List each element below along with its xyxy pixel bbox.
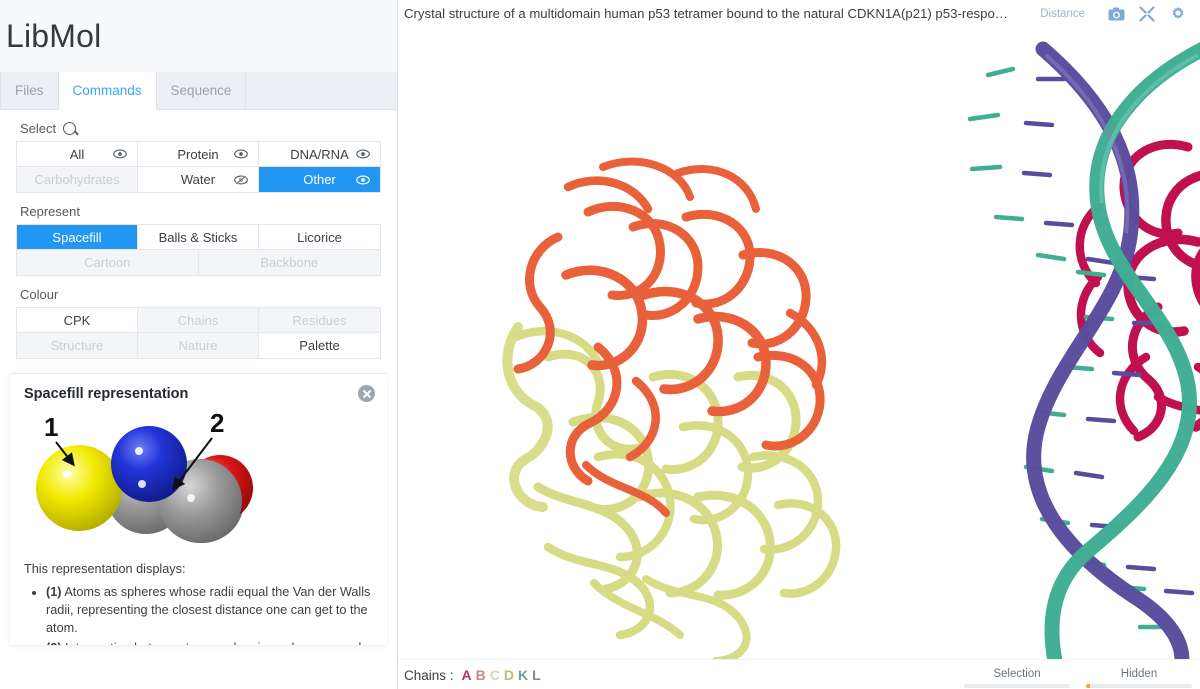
structure-render [398, 27, 1200, 659]
eye-icon[interactable] [234, 149, 248, 159]
selection-meter-bar[interactable] [964, 684, 1070, 688]
structure-title: Crystal structure of a multidomain human… [404, 6, 1008, 21]
eye-slash-icon[interactable] [234, 174, 248, 185]
select-button-all[interactable]: All [17, 142, 138, 167]
chains-label: Chains : [404, 667, 454, 683]
colour-button-cpk[interactable]: CPK [17, 308, 138, 333]
app-title: LibMol [6, 18, 102, 54]
chain-letter-l[interactable]: L [532, 667, 541, 683]
hidden-meter-bar[interactable] [1086, 684, 1192, 688]
select-button-grid: All Protein DNA/RNA Carbohydrates Water … [16, 141, 381, 193]
callout-2-label: 2 [210, 408, 224, 438]
tab-sequence[interactable]: Sequence [156, 72, 247, 109]
hidden-meter: Hidden [1086, 667, 1192, 688]
chain-letter-k[interactable]: K [518, 667, 528, 683]
represent-section-label: Represent [0, 193, 397, 224]
tab-files[interactable]: Files [0, 72, 59, 109]
chain-letter-b[interactable]: B [476, 667, 486, 683]
brand-bar: LibMol [0, 0, 397, 72]
left-panel: LibMol Files Commands Sequence Select Al… [0, 0, 398, 689]
info-card-intro: This representation displays: [24, 562, 186, 576]
chain-letter-a[interactable]: A [462, 667, 472, 683]
represent-label-text: Represent [20, 204, 80, 219]
chains-legend: Chains : A B C D K L [404, 667, 541, 683]
select-section-label: Select [0, 110, 397, 141]
info-card-title: Spacefill representation [24, 386, 189, 402]
tab-strip: Files Commands Sequence [0, 72, 397, 110]
select-button-dna-rna[interactable]: DNA/RNA [259, 142, 380, 167]
callout-1-label: 1 [44, 412, 58, 442]
tab-commands[interactable]: Commands [58, 72, 157, 110]
commands-panel: Select All Protein DNA/RNA Carbohydrates… [0, 110, 397, 689]
select-button-protein[interactable]: Protein [138, 142, 259, 167]
select-button-other[interactable]: Other [259, 167, 380, 192]
close-icon[interactable] [358, 385, 375, 402]
distance-button[interactable]: Distance [1040, 8, 1085, 20]
viewer-footer: Chains : A B C D K L Selection Hidden [398, 659, 1200, 689]
hidden-meter-label: Hidden [1120, 668, 1158, 680]
colour-section-label: Colour [0, 276, 397, 307]
representation-info-card: Spacefill representation 1 2 This repres… [10, 373, 387, 645]
chain-letter-d[interactable]: D [504, 667, 514, 683]
colour-button-structure: Structure [17, 333, 138, 358]
camera-icon[interactable] [1104, 3, 1128, 25]
represent-button-spacefill[interactable]: Spacefill [17, 225, 138, 250]
colour-button-palette[interactable]: Palette [259, 333, 380, 358]
libmol-app: LibMol Files Commands Sequence Select Al… [0, 0, 1200, 689]
colour-button-nature: Nature [138, 333, 259, 358]
nitrogen-atom [111, 426, 187, 502]
bullet-text: Atoms as spheres whose radii equal the V… [46, 585, 371, 636]
chain-letter-c[interactable]: C [490, 667, 500, 683]
chain-letter-list: A B C D K L [462, 667, 541, 683]
eye-icon[interactable] [356, 175, 370, 185]
select-button-water[interactable]: Water [138, 167, 259, 192]
search-icon[interactable] [63, 122, 77, 135]
bullet-marker: (2) [46, 641, 62, 645]
structure-canvas[interactable] [398, 27, 1200, 659]
represent-button-grid: Spacefill Balls & Sticks Licorice Cartoo… [16, 224, 381, 276]
eye-icon[interactable] [113, 149, 127, 159]
colour-button-chains: Chains [138, 308, 259, 333]
footer-meters: Selection Hidden [964, 667, 1192, 688]
selection-meter: Selection [964, 667, 1070, 688]
colour-label-text: Colour [20, 287, 59, 302]
eye-icon[interactable] [356, 149, 370, 159]
represent-button-backbone: Backbone [198, 250, 380, 275]
gear-icon[interactable] [1166, 3, 1190, 25]
viewer-header: Crystal structure of a multidomain human… [398, 0, 1200, 27]
selection-meter-label: Selection [993, 668, 1041, 680]
molecule-viewer: Crystal structure of a multidomain human… [398, 0, 1200, 689]
hidden-meter-fill [1086, 684, 1091, 688]
represent-button-licorice[interactable]: Licorice [259, 225, 380, 250]
represent-button-cartoon: Cartoon [17, 250, 199, 275]
tab-strip-filler [246, 72, 397, 109]
select-label-text: Select [20, 121, 57, 136]
list-item: (1) Atoms as spheres whose radii equal t… [46, 583, 373, 637]
select-button-carbohydrates: Carbohydrates [17, 167, 138, 192]
expand-icon[interactable] [1135, 3, 1159, 25]
sulfur-atom [36, 445, 122, 531]
colour-button-grid: CPK Chains Residues Structure Nature Pal… [16, 307, 381, 359]
spacefill-illustration: 1 2 [24, 406, 387, 558]
bullet-text: Intersection between two overlapping sph… [46, 641, 368, 645]
represent-button-balls-and-sticks[interactable]: Balls & Sticks [138, 225, 259, 250]
colour-button-residues: Residues [259, 308, 380, 333]
info-card-bullet-list: (1) Atoms as spheres whose radii equal t… [24, 583, 373, 645]
list-item: (2) Intersection between two overlapping… [46, 639, 373, 645]
bullet-marker: (1) [46, 585, 62, 599]
